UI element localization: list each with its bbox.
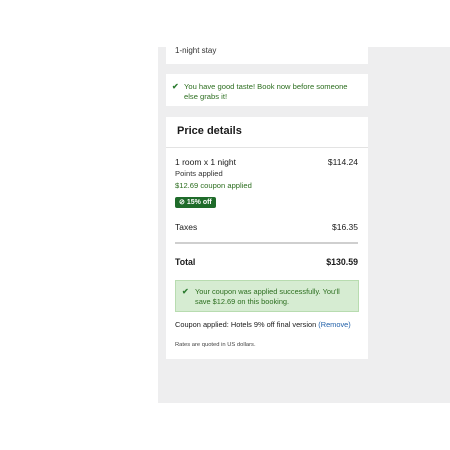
divider: [166, 147, 368, 148]
coupon-amount-applied: $12.69 coupon applied: [175, 181, 252, 190]
coupon-success-message: ✔ Your coupon was applied successfully. …: [175, 280, 359, 312]
price-details-title: Price details: [177, 125, 242, 137]
stay-card: 1-night stay: [166, 0, 368, 64]
discount-badge-label: 15% off: [186, 199, 212, 206]
good-taste-text: You have good taste! Book now before som…: [184, 82, 348, 101]
good-taste-notice: ✔ You have good taste! Book now before s…: [166, 74, 368, 106]
remove-coupon-link[interactable]: (Remove): [318, 320, 350, 329]
price-details-card: Price details 1 room x 1 night $114.24 P…: [166, 117, 368, 359]
stay-duration: 1-night stay: [175, 46, 217, 55]
taxes-label: Taxes: [175, 222, 198, 232]
room-label: 1 room x 1 night: [175, 157, 236, 167]
discount-badge: ⊘ 15% off: [175, 197, 216, 208]
coupon-applied-line: Coupon applied: Hotels 9% off final vers…: [175, 320, 351, 329]
total-label: Total: [175, 257, 196, 267]
taxes-value: $16.35: [332, 222, 358, 232]
total-value: $130.59: [326, 257, 358, 267]
rates-note: Rates are quoted in US dollars.: [175, 342, 256, 348]
points-applied: Points applied: [175, 169, 223, 178]
room-price: $114.24: [327, 157, 358, 167]
total-divider: [175, 242, 358, 244]
tag-icon: ⊘: [179, 199, 185, 206]
check-icon: ✔: [172, 82, 179, 91]
check-icon: ✔: [182, 287, 189, 296]
coupon-applied-text: Coupon applied: Hotels 9% off final vers…: [175, 320, 317, 329]
coupon-success-text: Your coupon was applied successfully. Yo…: [195, 287, 340, 306]
